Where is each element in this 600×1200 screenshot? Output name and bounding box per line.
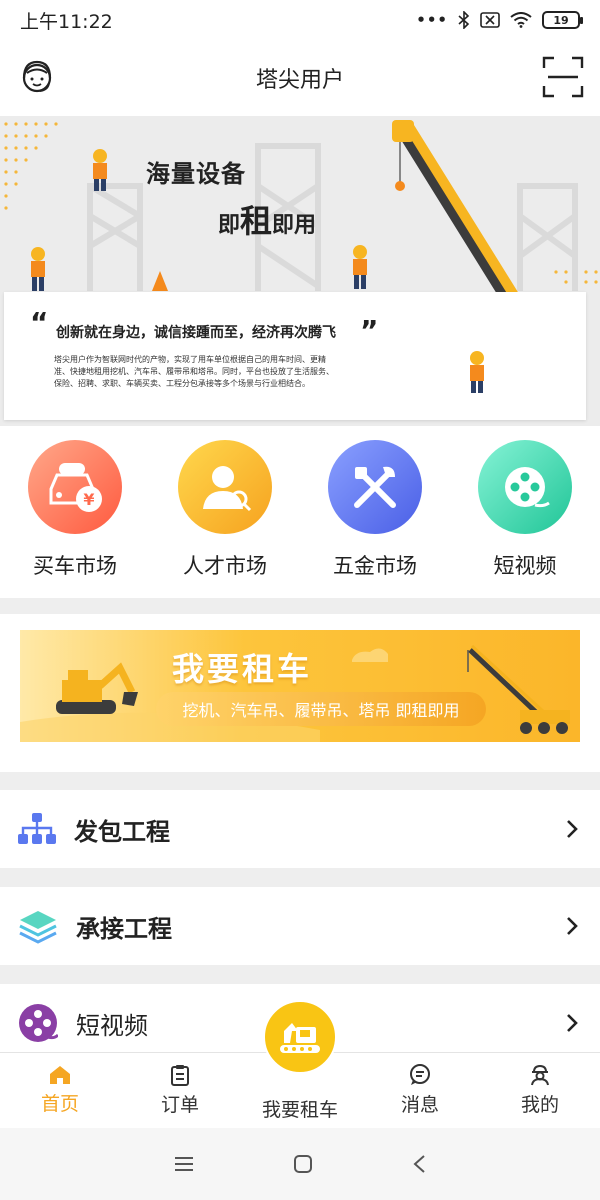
video-reel-icon: [19, 1004, 58, 1042]
battery-indicator: 19: [542, 11, 583, 29]
sim-icon: [480, 12, 500, 28]
status-icons: ••• 19: [416, 11, 583, 29]
chevron-right-icon: [567, 917, 578, 935]
rent-car-banner[interactable]: 我要租车 挖机、汽车吊、履带吊、塔吊 即租即用: [20, 630, 580, 742]
nav-label: 订单: [160, 1094, 199, 1116]
nav-label: 消息: [400, 1094, 439, 1116]
car-market-icon: ¥: [28, 440, 122, 534]
home-square-icon[interactable]: [294, 1155, 312, 1173]
hero-banner[interactable]: 海量设备 即租即用 “ 创新就在身边，诚信接踵而至，经济再次腾飞 ” 塔尖用户作…: [0, 116, 600, 426]
worker-figure-2: [31, 247, 45, 291]
video-reel-icon: [478, 440, 572, 534]
quick-entry-label: 买车市场: [33, 554, 117, 578]
nav-tab-home[interactable]: 首页: [0, 1053, 120, 1128]
banner-description: 塔尖用户作为智联网时代的产物，实现了用车单位根据自己的用车时间、更精准、快捷地租…: [54, 355, 334, 388]
rent-banner-title: 我要租车: [172, 650, 313, 688]
wifi-icon: [510, 12, 532, 28]
chevron-right-icon: [567, 820, 578, 838]
menu-label: 发包工程: [74, 817, 170, 846]
banner-subheadline-part: 即用: [272, 213, 317, 238]
nav-label: 我要租车: [261, 1099, 338, 1121]
quick-entry-talent-market[interactable]: 人才市场: [150, 440, 300, 598]
org-chart-icon: [18, 813, 56, 844]
chevron-right-icon: [567, 1014, 578, 1032]
customer-service-icon[interactable]: [16, 56, 58, 98]
chat-icon: [410, 1064, 430, 1085]
quick-entry-short-video[interactable]: 短视频: [450, 440, 600, 598]
status-time: 上午11:22: [20, 10, 113, 33]
nav-rent-car-button[interactable]: [263, 1000, 337, 1074]
rent-banner-section: 我要租车 挖机、汽车吊、履带吊、塔吊 即租即用: [0, 614, 600, 772]
svg-text:¥: ¥: [83, 490, 94, 509]
quick-entry-car-market[interactable]: ¥ 买车市场: [0, 440, 150, 598]
quote-text: 创新就在身边，诚信接踵而至，经济再次腾飞: [56, 325, 336, 341]
app-header: 塔尖用户: [0, 40, 600, 116]
quote-open-mark: “: [30, 306, 49, 339]
quick-entry-label: 五金市场: [333, 554, 417, 578]
quick-entry-grid: ¥ 买车市场 人才市场 五金市场 短视频: [0, 426, 600, 598]
banner-subheadline-part: 即: [218, 213, 241, 238]
quick-entry-label: 人才市场: [183, 554, 267, 578]
quote-close-mark: ”: [360, 314, 379, 347]
layers-icon: [19, 911, 57, 944]
nav-tab-mine[interactable]: 我的: [480, 1053, 600, 1128]
banner-headline: 海量设备: [146, 160, 246, 188]
quick-entry-hardware-market[interactable]: 五金市场: [300, 440, 450, 598]
dots-icon: •••: [416, 11, 448, 29]
menu-row-outsource-project[interactable]: 发包工程: [0, 790, 600, 868]
scan-icon[interactable]: [542, 56, 584, 98]
system-nav-bar: [0, 1128, 600, 1200]
bluetooth-icon: [458, 11, 470, 29]
worker-icon: [531, 1064, 549, 1086]
nav-tab-orders[interactable]: 订单: [120, 1053, 240, 1128]
excavator-icon: [280, 1023, 320, 1053]
back-icon[interactable]: [412, 1154, 426, 1174]
menu-icon[interactable]: [174, 1156, 194, 1172]
clipboard-icon: [171, 1065, 189, 1086]
menu-row-contract-project[interactable]: 承接工程: [0, 887, 600, 965]
quote-card: “ 创新就在身边，诚信接踵而至，经济再次腾飞 ” 塔尖用户作为智联网时代的产物，…: [4, 292, 586, 420]
tools-icon: [328, 440, 422, 534]
quick-entry-label: 短视频: [493, 554, 557, 578]
banner-subheadline-emphasis: 租: [240, 202, 273, 240]
nav-label: 我的: [520, 1094, 559, 1116]
page-title: 塔尖用户: [255, 68, 344, 93]
worker-figure-3: [353, 245, 367, 289]
status-bar: 上午11:22 ••• 19: [0, 0, 600, 40]
nav-tab-messages[interactable]: 消息: [360, 1053, 480, 1128]
banner-subheadline: 即租即用: [218, 196, 316, 242]
nav-label: 首页: [40, 1093, 79, 1115]
menu-label: 承接工程: [76, 914, 172, 943]
talent-icon: [178, 440, 272, 534]
app-screen: 上午11:22 ••• 19 塔尖用户 海量设备 即租即用 “ 创新就在身边，诚…: [0, 0, 600, 1200]
home-icon: [50, 1066, 70, 1084]
crane-worker-figure: [470, 351, 484, 393]
rent-banner-subtitle: 挖机、汽车吊、履带吊、塔吊 即租即用: [156, 692, 486, 726]
